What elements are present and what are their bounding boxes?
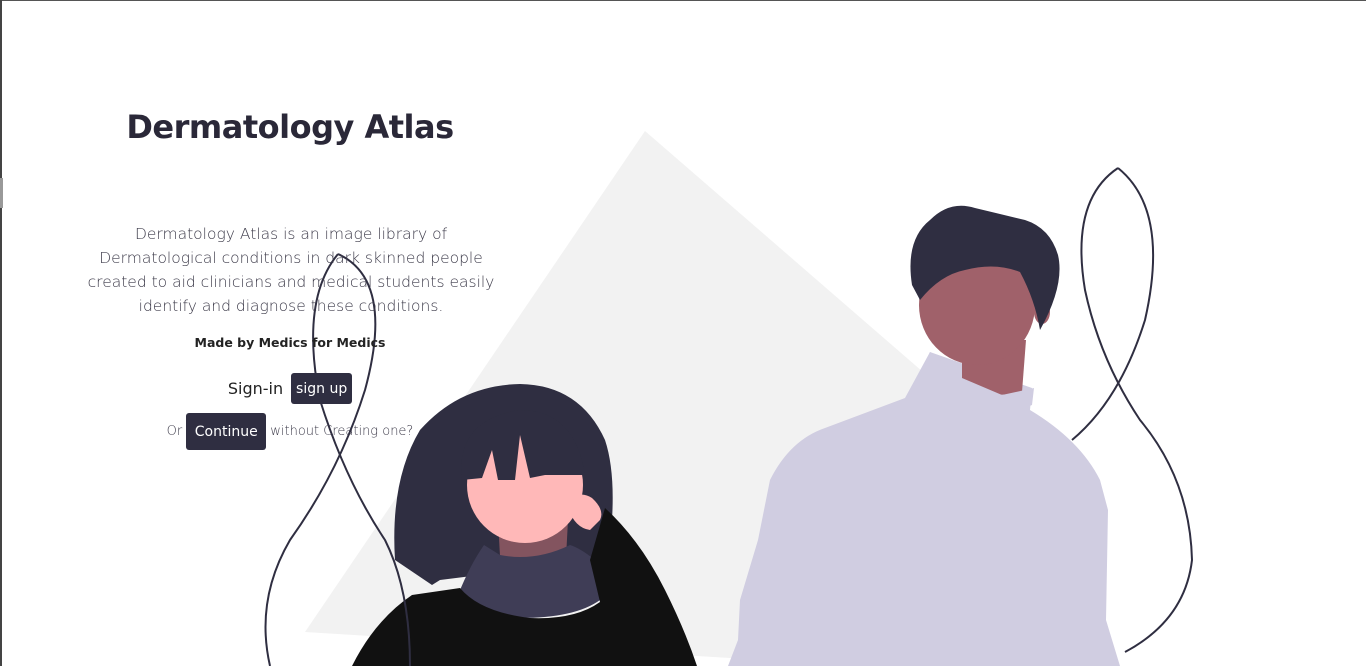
signin-link[interactable]: Sign-in — [228, 379, 283, 398]
or-label: Or — [166, 424, 183, 439]
signup-button[interactable]: sign up — [291, 373, 353, 404]
continue-button[interactable]: Continue — [186, 413, 267, 450]
decorative-line-right — [1071, 167, 1155, 441]
intro-description: Dermatology Atlas is an image library of… — [87, 225, 495, 315]
page-title: Dermatology Atlas — [126, 108, 454, 146]
continue-row: Or Continue without Creating one? — [90, 413, 490, 450]
tagline: Made by Medics for Medics — [194, 335, 386, 350]
continue-suffix: without Creating one? — [270, 424, 414, 439]
auth-row: Sign-in sign up — [90, 373, 490, 404]
two-people-illustration — [264, 131, 1194, 666]
